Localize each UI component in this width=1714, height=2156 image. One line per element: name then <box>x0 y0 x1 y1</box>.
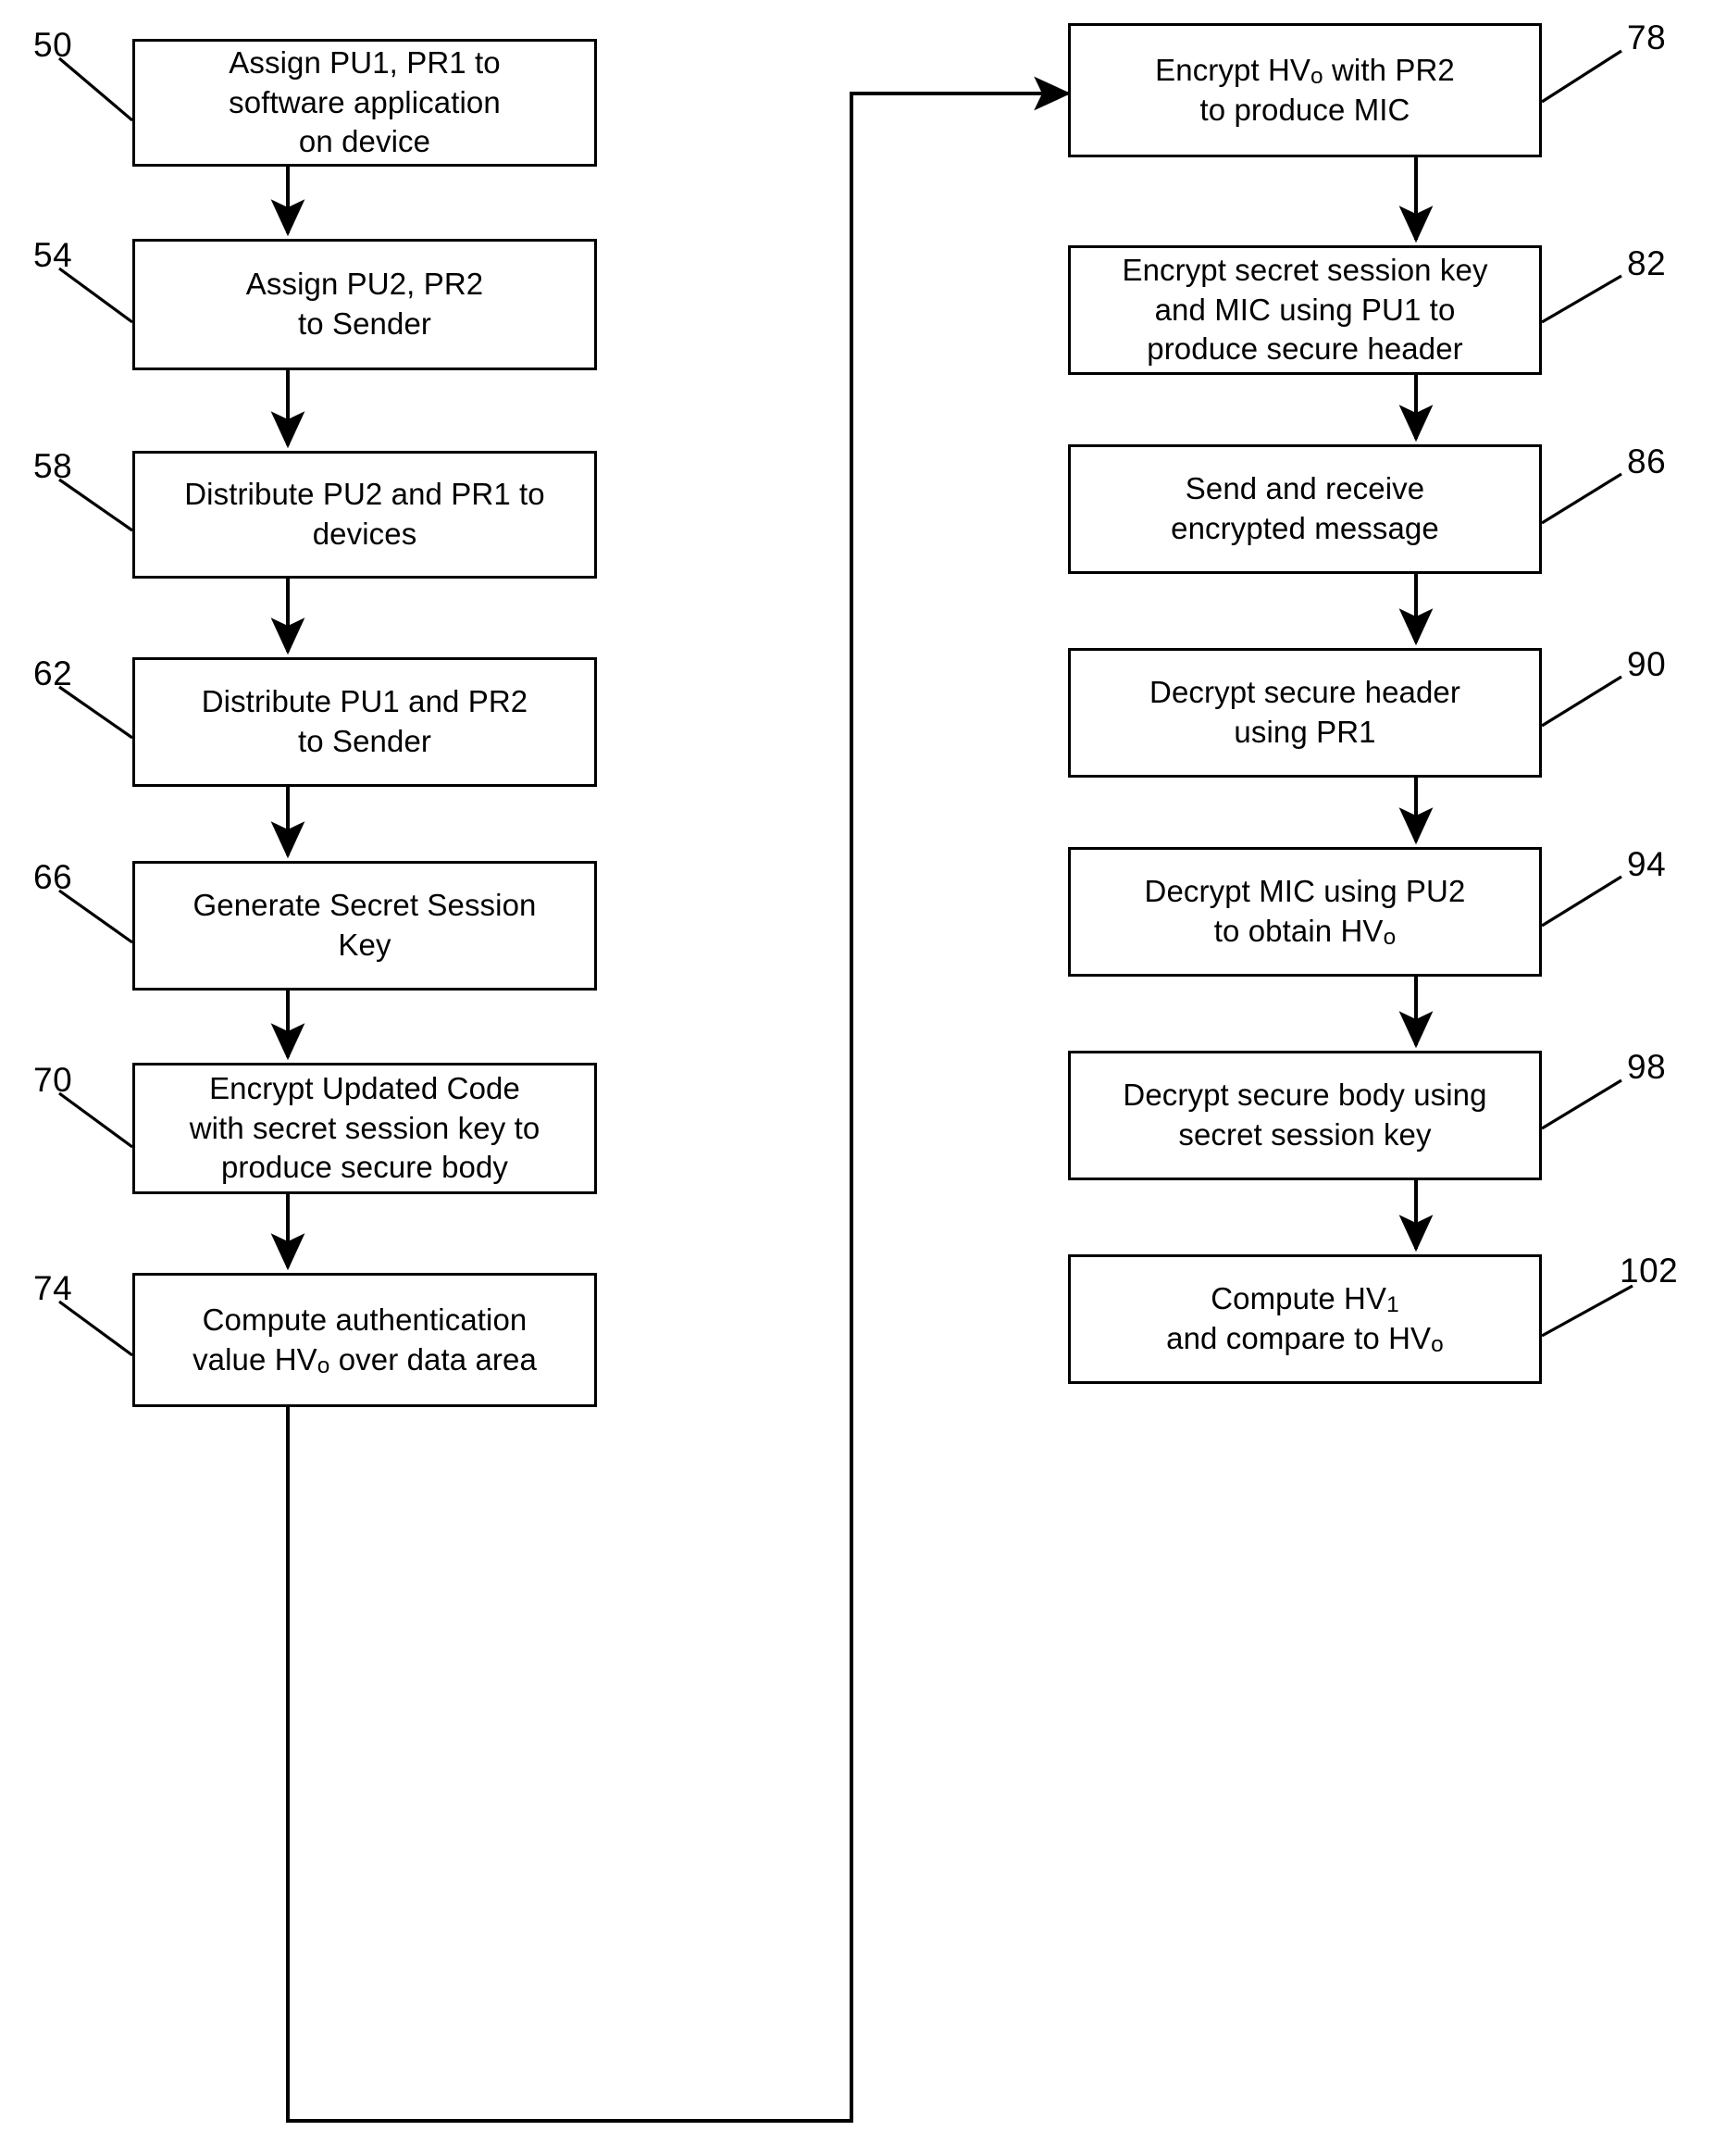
process-box-98: Decrypt secure body using secret session… <box>1068 1051 1542 1180</box>
process-box-66-label: Generate Secret Session Key <box>193 888 537 962</box>
process-box-86: Send and receive encrypted message <box>1068 444 1542 574</box>
process-box-94: Decrypt MIC using PU2 to obtain HVo <box>1068 847 1542 977</box>
leader-54 <box>58 267 133 324</box>
reference-numeral-90: 90 <box>1627 645 1667 683</box>
process-box-74-label: Compute authentication value HVo over dat… <box>193 1302 537 1378</box>
reference-numeral-50: 50 <box>33 26 73 64</box>
reference-numeral-86: 86 <box>1627 442 1667 480</box>
process-box-98-label: Decrypt secure body using secret session… <box>1123 1078 1487 1152</box>
process-box-82-label: Encrypt secret session key and MIC using… <box>1122 252 1488 367</box>
leader-70 <box>58 1091 133 1149</box>
leader-102 <box>1541 1284 1633 1338</box>
process-box-90-label: Decrypt secure header using PR1 <box>1149 675 1460 749</box>
process-box-86-label: Send and receive encrypted message <box>1171 471 1439 545</box>
process-box-66: Generate Secret Session Key <box>132 861 597 991</box>
leader-90 <box>1541 675 1622 728</box>
process-box-62: Distribute PU1 and PR2 to Sender <box>132 657 597 787</box>
process-box-54: Assign PU2, PR2 to Sender <box>132 239 597 370</box>
leader-78 <box>1541 49 1622 104</box>
process-box-94-label: Decrypt MIC using PU2 to obtain HVo <box>1144 874 1466 951</box>
process-box-78: Encrypt HVo with PR2 to produce MIC <box>1068 23 1542 157</box>
leader-94 <box>1541 875 1622 928</box>
process-box-70-label: Encrypt Updated Code with secret session… <box>189 1070 540 1185</box>
reference-numeral-78: 78 <box>1627 19 1667 56</box>
process-box-58: Distribute PU2 and PR1 to devices <box>132 451 597 579</box>
leader-66 <box>58 889 133 944</box>
process-box-70: Encrypt Updated Code with secret session… <box>132 1063 597 1194</box>
process-box-50-label: Assign PU1, PR1 to software application … <box>229 44 501 159</box>
leader-74 <box>58 1300 133 1357</box>
leader-98 <box>1541 1078 1622 1130</box>
reference-numeral-74: 74 <box>33 1269 73 1307</box>
leader-50 <box>57 56 134 122</box>
reference-numeral-94: 94 <box>1627 845 1667 883</box>
reference-numeral-102: 102 <box>1620 1252 1679 1290</box>
reference-numeral-62: 62 <box>33 654 73 692</box>
reference-numeral-66: 66 <box>33 858 73 896</box>
process-box-78-label: Encrypt HVo with PR2 to produce MIC <box>1155 52 1455 127</box>
process-box-82: Encrypt secret session key and MIC using… <box>1068 245 1542 375</box>
leader-62 <box>58 685 133 740</box>
process-box-90: Decrypt secure header using PR1 <box>1068 648 1542 778</box>
process-box-102: Compute HV1 and compare to HVo <box>1068 1254 1542 1384</box>
process-box-54-label: Assign PU2, PR2 to Sender <box>245 267 484 341</box>
process-box-74: Compute authentication value HVo over dat… <box>132 1273 597 1407</box>
reference-numeral-82: 82 <box>1627 244 1667 282</box>
process-box-50: Assign PU1, PR1 to software application … <box>132 39 597 167</box>
leader-58 <box>58 478 133 532</box>
process-box-102-label: Compute HV1 and compare to HVo <box>1166 1281 1444 1358</box>
reference-numeral-98: 98 <box>1627 1048 1667 1086</box>
reference-numeral-70: 70 <box>33 1061 73 1099</box>
reference-numeral-58: 58 <box>33 447 73 485</box>
reference-numeral-54: 54 <box>33 236 73 274</box>
process-box-58-label: Distribute PU2 and PR1 to devices <box>184 477 545 551</box>
process-box-62-label: Distribute PU1 and PR2 to Sender <box>201 684 528 758</box>
leader-86 <box>1541 472 1622 525</box>
patent-figure-page: Assign PU1, PR1 to software application … <box>0 0 1714 2156</box>
leader-82 <box>1541 274 1622 324</box>
